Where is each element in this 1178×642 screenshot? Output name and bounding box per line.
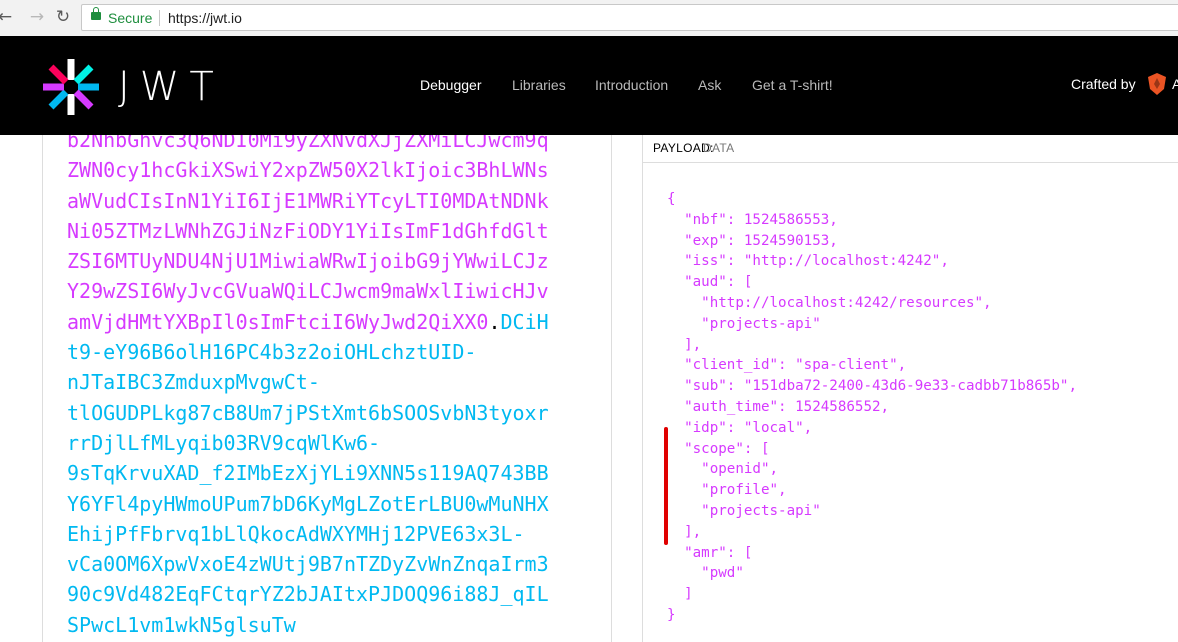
- json-line: "client_id": "spa-client",: [667, 357, 907, 374]
- json-line: ],: [667, 523, 702, 540]
- address-separator: [159, 10, 160, 26]
- token-payload-line: Y29wZSI6WyJvcGVuaWQiLCJwcm9maWxlIiwicHJv: [67, 279, 549, 304]
- nav-tshirt[interactable]: Get a T-shirt!: [752, 77, 833, 93]
- token-signature-line: vCa0OM6XpwVxoE4zWUtj9B7nTZDyZvWnZnqaIrm3: [67, 552, 549, 577]
- token-signature-line: Y6YFl4pyHWmoUPum7bD6KyMgLZotErLBU0wMuNHX: [67, 491, 549, 516]
- token-payload-line: aWVudCIsInN1YiI6IjE1MWRiYTcyLTI0MDAtNDNk: [67, 188, 549, 213]
- token-payload-line: b2NhbGhvc3Q6NDI0Mi9yZXNvdXJjZXMiLCJwcm9q: [67, 135, 549, 152]
- nav-debugger[interactable]: Debugger: [420, 77, 482, 93]
- lock-icon: [91, 7, 101, 20]
- token-separator-dot: .: [488, 309, 501, 334]
- json-line: "iss": "http://localhost:4242",: [667, 253, 949, 270]
- annotation-marker: [664, 427, 668, 545]
- token-payload-line: ZWN0cy1hcGkiXSwiY2xpZW50X2lkIjoic3BhLWNs: [67, 158, 549, 183]
- json-line: "http://localhost:4242/resources",: [667, 294, 992, 311]
- nav-ask[interactable]: Ask: [698, 77, 721, 93]
- jwt-logo-icon[interactable]: [41, 57, 101, 117]
- address-bar[interactable]: Secure https://jwt.io: [81, 4, 1178, 31]
- json-line: "projects-api": [667, 502, 821, 519]
- json-line: "projects-api": [667, 315, 821, 332]
- token-signature-line: t9-eY96B6olH16PC4b3z2oiOHLchztUID-: [67, 340, 477, 365]
- encoded-token-text[interactable]: b2NhbGhvc3Q6NDI0Mi9yZXNvdXJjZXMiLCJwcm9q…: [67, 135, 549, 640]
- json-line: ]: [667, 586, 693, 603]
- nav-libraries[interactable]: Libraries: [512, 77, 566, 93]
- token-signature-line: tlOGUDPLkg87cB8Um7jPStXmt6bSOOSvbN3tyoxr: [67, 400, 549, 425]
- json-line: "idp": "local",: [667, 419, 813, 436]
- json-line: "openid",: [667, 461, 779, 478]
- back-arrow-icon[interactable]: ←: [0, 6, 16, 28]
- json-line: ],: [667, 336, 702, 353]
- token-signature-line: SPwcL1vm1wkN5glsuTw: [67, 612, 296, 637]
- site-header: JWT Debugger Libraries Introduction Ask …: [0, 36, 1178, 135]
- secure-label: Secure: [108, 10, 153, 26]
- token-payload-tail: amVjdHMtYXBpIl0sImFtciI6WyJwd2QiXX0: [67, 309, 489, 334]
- reload-icon[interactable]: ↻: [52, 6, 74, 28]
- payload-section-header: PAYLOAD: DATA: [643, 135, 1178, 163]
- json-line: "nbf": 1524586553,: [667, 211, 838, 228]
- json-line: "exp": 1524590153,: [667, 232, 838, 249]
- token-signature-line: EhijPfFbrvq1bLlQkocAdWXYMHj12PVE63x3L-: [67, 521, 525, 546]
- json-line: "amr": [: [667, 544, 753, 561]
- json-line: "auth_time": 1524586552,: [667, 398, 890, 415]
- json-line: "aud": [: [667, 274, 753, 291]
- nav-introduction[interactable]: Introduction: [595, 77, 668, 93]
- json-line: "sub": "151dba72-2400-43d6-9e33-cadbb71b…: [667, 378, 1077, 395]
- json-line: }: [667, 606, 676, 623]
- token-payload-line: Ni05ZTMzLWNhZGJiNzFiODY1YiIsImF1dGhfdGlt: [67, 218, 549, 243]
- json-line: "scope": [: [667, 440, 770, 457]
- json-line: "pwd": [667, 565, 744, 582]
- token-signature-head: DCiH: [500, 309, 549, 334]
- token-signature-line: nJTaIBC3ZmduxpMvgwCt-: [67, 370, 320, 395]
- crafted-by-label[interactable]: Crafted by: [1071, 76, 1136, 92]
- token-signature-line: rrDjlLfMLyqib03RV9cqWlKw6-: [67, 430, 381, 455]
- forward-arrow-icon[interactable]: →: [26, 6, 48, 28]
- auth0-wordmark[interactable]: A: [1172, 76, 1178, 92]
- url-text[interactable]: https://jwt.io: [168, 10, 242, 26]
- token-signature-line: 90c9Vd482EqFCtqrYZ2bJAItxPJDOQ96i88J_qIL: [67, 582, 549, 607]
- token-payload-line: ZSI6MTUyNDU4NjU1MiwiaWRwIjoibG9jYWwiLCJz: [67, 249, 549, 274]
- json-line: {: [667, 191, 676, 207]
- auth0-shield-icon[interactable]: [1146, 72, 1168, 96]
- payload-subtitle: DATA: [703, 141, 735, 155]
- token-signature-line: 9sTqKrvuXAD_f2IMbEzXjYLi9XNN5s119AQ743BB: [67, 461, 549, 486]
- encoded-token-panel[interactable]: b2NhbGhvc3Q6NDI0Mi9yZXNvdXJjZXMiLCJwcm9q…: [42, 135, 612, 642]
- decoded-payload-panel: PAYLOAD: DATA { "nbf": 1524586553, "exp"…: [642, 135, 1178, 642]
- json-line: "profile",: [667, 482, 787, 499]
- jwt-wordmark: JWT: [118, 64, 224, 110]
- payload-json-editor[interactable]: { "nbf": 1524586553, "exp": 1524590153, …: [667, 189, 1077, 626]
- browser-toolbar: ← → ↻ Secure https://jwt.io: [0, 0, 1178, 37]
